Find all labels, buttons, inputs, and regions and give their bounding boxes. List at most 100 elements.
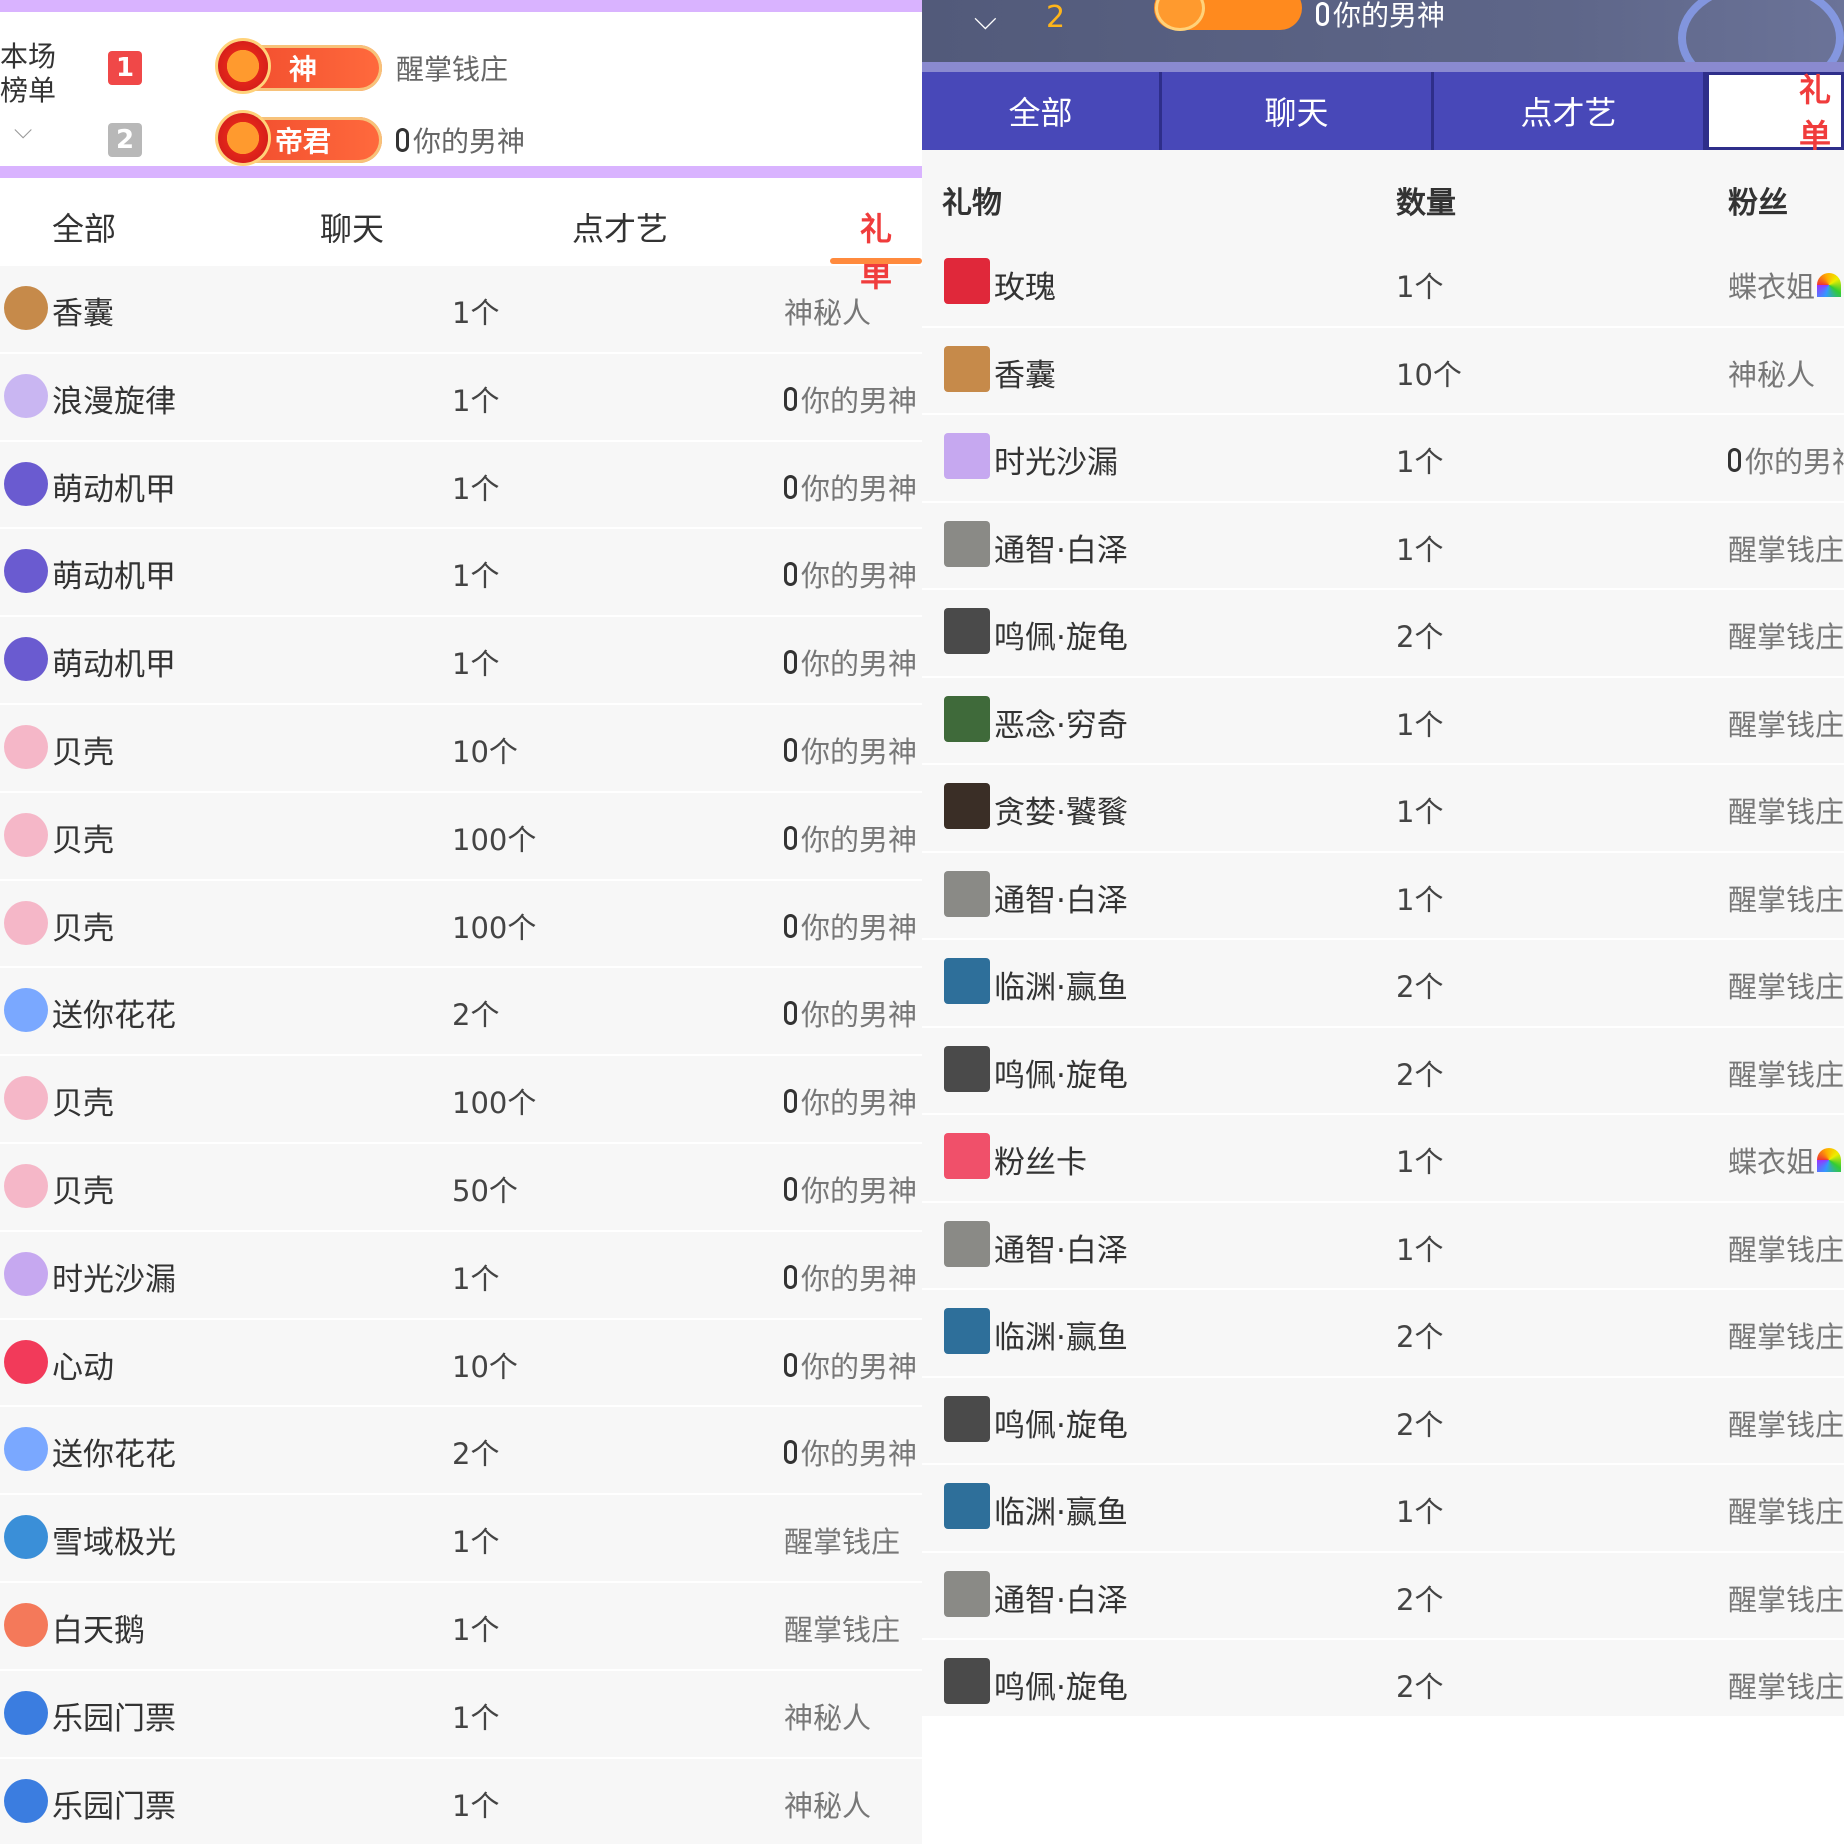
fan-name[interactable]: 醒掌钱庄 [1728, 1577, 1844, 1619]
fan-name[interactable]: 醒掌钱庄 [1728, 1314, 1844, 1356]
fan-name[interactable]: 你的男神 [784, 1431, 917, 1473]
gift-name: 心动 [52, 1349, 114, 1386]
gift-quantity: 1个 [1396, 270, 1444, 304]
tab-chat[interactable]: 聊天 [1162, 72, 1434, 150]
fan-name[interactable]: 你的男神 [784, 1080, 917, 1122]
fan-name[interactable]: 醒掌钱庄 [1728, 964, 1844, 1006]
fan-name-text: 醒掌钱庄 [1728, 1320, 1844, 1354]
fan-name[interactable]: 你的男神 [784, 1168, 917, 1210]
gift-row[interactable]: 乐园门票 1个 神秘人 [0, 1671, 922, 1759]
fan-name[interactable]: 你的男神 [784, 992, 917, 1034]
fan-name[interactable]: 醒掌钱庄 [784, 1519, 900, 1561]
gift-row[interactable]: 萌动机甲 1个 你的男神 [0, 529, 922, 618]
tab-chat[interactable]: 聊天 [320, 204, 384, 250]
gift-row[interactable]: 贝壳 10个 你的男神 [0, 705, 922, 793]
fan-name[interactable]: 你的男神 [784, 1256, 917, 1298]
fan-name[interactable]: 你的男神 [784, 905, 917, 947]
gift-row[interactable]: 香囊 10个 神秘人 [922, 328, 1844, 415]
gift-row[interactable]: 临渊·赢鱼 2个 醒掌钱庄 [922, 1290, 1844, 1378]
gift-row[interactable]: 乐园门票 1个 神秘人 [0, 1759, 922, 1844]
gift-row[interactable]: 送你花花 2个 你的男神 [0, 968, 922, 1057]
gift-quantity: 2个 [1396, 1670, 1444, 1704]
gift-row[interactable]: 贪婪·饕餮 1个 醒掌钱庄 [922, 765, 1844, 853]
gift-row[interactable]: 临渊·赢鱼 2个 醒掌钱庄 [922, 940, 1844, 1028]
gift-quantity: 2个 [1396, 1320, 1444, 1354]
gift-row[interactable]: 浪漫旋律 1个 你的男神 [0, 354, 922, 442]
gift-icon [4, 988, 48, 1033]
gift-row[interactable]: 通智·白泽 1个 醒掌钱庄 [922, 1203, 1844, 1290]
fan-name[interactable]: 醒掌钱庄 [1728, 614, 1844, 656]
gift-name: 贝壳 [52, 822, 114, 859]
gift-quantity: 2个 [452, 998, 500, 1033]
fan-name-text: 神秘人 [784, 1788, 872, 1823]
gift-row[interactable]: 白天鹅 1个 醒掌钱庄 [0, 1583, 922, 1671]
fan-name[interactable]: 醒掌钱庄 [1728, 1052, 1844, 1094]
gift-row[interactable]: 鸣佩·旋龟 2个 醒掌钱庄 [922, 1378, 1844, 1465]
gift-row[interactable]: 时光沙漏 1个 你的男神 [0, 1232, 922, 1320]
fan-name[interactable]: 神秘人 [1728, 352, 1815, 394]
fan-name[interactable]: 醒掌钱庄 [1728, 789, 1844, 831]
gift-row[interactable]: 粉丝卡 1个 蝶衣姐 [922, 1115, 1844, 1203]
fan-name[interactable]: 神秘人 [784, 1783, 871, 1825]
fan-name[interactable]: 醒掌钱庄 [784, 1607, 900, 1649]
fan-name-text: 神秘人 [784, 296, 872, 330]
tab-talent[interactable]: 点才艺 [1434, 72, 1706, 150]
fan-name[interactable]: 你的男神 [1728, 439, 1844, 481]
tab-talent[interactable]: 点才艺 [572, 204, 668, 250]
gift-row[interactable]: 通智·白泽 2个 醒掌钱庄 [922, 1553, 1844, 1640]
fan-name[interactable]: 神秘人 [784, 290, 871, 332]
fan-name[interactable]: 醒掌钱庄 [1728, 527, 1844, 569]
gift-name: 贝壳 [52, 1173, 114, 1210]
gift-row[interactable]: 时光沙漏 1个 你的男神 [922, 415, 1844, 503]
gift-row[interactable]: 贝壳 100个 你的男神 [0, 1056, 922, 1144]
gift-quantity: 2个 [1396, 1057, 1444, 1092]
tab-all[interactable]: 全部 [922, 72, 1162, 150]
gift-row[interactable]: 雪域极光 1个 醒掌钱庄 [0, 1495, 922, 1583]
fan-name[interactable]: 你的男神 [784, 641, 917, 683]
tab-gift-list[interactable]: 礼单 [1706, 71, 1844, 155]
fan-name[interactable]: 你的男神 [784, 1344, 917, 1386]
fan-name[interactable]: 醒掌钱庄 [1728, 1664, 1844, 1706]
right-screenshot: ⌵ 2 你的男神 全部 聊天 点才艺 礼单 礼物 数量 粉丝 玫瑰 1个 蝶衣姐 香囊… [922, 0, 1844, 1844]
gift-row[interactable]: 鸣佩·旋龟 2个 醒掌钱庄 [922, 1640, 1844, 1728]
gift-quantity: 1个 [452, 1261, 500, 1296]
gift-row[interactable]: 萌动机甲 1个 你的男神 [0, 617, 922, 705]
gift-row[interactable]: 心动 10个 你的男神 [0, 1320, 922, 1408]
fan-name[interactable]: 醒掌钱庄 [1728, 1227, 1844, 1269]
fan-name[interactable]: 你的男神 [784, 553, 917, 595]
gift-row[interactable]: 贝壳 50个 你的男神 [0, 1144, 922, 1232]
fan-name[interactable]: 你的男神 [784, 817, 917, 859]
gift-row[interactable]: 通智·白泽 1个 醒掌钱庄 [922, 853, 1844, 940]
fan-name[interactable]: 神秘人 [784, 1695, 871, 1737]
chevron-down-icon[interactable]: ⌵ [974, 2, 997, 37]
gift-row[interactable]: 贝壳 100个 你的男神 [0, 881, 922, 969]
gift-name: 鸣佩·旋龟 [994, 1670, 1128, 1706]
gift-row[interactable]: 通智·白泽 1个 醒掌钱庄 [922, 503, 1844, 590]
gift-row[interactable]: 鸣佩·旋龟 2个 醒掌钱庄 [922, 1028, 1844, 1115]
chevron-down-icon[interactable]: ⌵ [14, 116, 32, 144]
fan-name[interactable]: 醒掌钱庄 [1728, 1489, 1844, 1531]
fan-name[interactable]: 蝶衣姐 [1728, 1139, 1842, 1181]
gift-row[interactable]: 临渊·赢鱼 1个 醒掌钱庄 [922, 1465, 1844, 1553]
gift-row[interactable]: 玫瑰 1个 蝶衣姐 [922, 240, 1844, 328]
gift-row[interactable]: 鸣佩·旋龟 2个 醒掌钱庄 [922, 590, 1844, 678]
gift-row[interactable]: 萌动机甲 1个 你的男神 [0, 442, 922, 530]
gift-icon [4, 812, 48, 857]
ranking-title[interactable]: 本场 榜单 [0, 40, 70, 108]
gift-row[interactable]: 贝壳 100个 你的男神 [0, 793, 922, 881]
gift-row[interactable]: 恶念·穷奇 1个 醒掌钱庄 [922, 678, 1844, 765]
fan-name[interactable]: 蝶衣姐 [1728, 264, 1842, 306]
fan-name[interactable]: 醒掌钱庄 [1728, 702, 1844, 744]
rank-row-1[interactable]: 1 神 醒掌钱庄 [108, 36, 508, 100]
mic-icon [784, 913, 797, 938]
gift-row[interactable]: 送你花花 2个 你的男神 [0, 1407, 922, 1496]
fan-name[interactable]: 醒掌钱庄 [1728, 877, 1844, 919]
fan-name[interactable]: 你的男神 [784, 466, 917, 508]
rank-row-2[interactable]: 2 帝君 你的男神 [108, 108, 525, 172]
fan-name[interactable]: 你的男神 [784, 378, 917, 420]
gift-row[interactable]: 香囊 1个 神秘人 [0, 266, 922, 354]
fan-name-text: 你的男神 [801, 383, 918, 418]
fan-name[interactable]: 你的男神 [784, 729, 917, 771]
fan-name[interactable]: 醒掌钱庄 [1728, 1402, 1844, 1444]
tab-all[interactable]: 全部 [52, 204, 116, 250]
